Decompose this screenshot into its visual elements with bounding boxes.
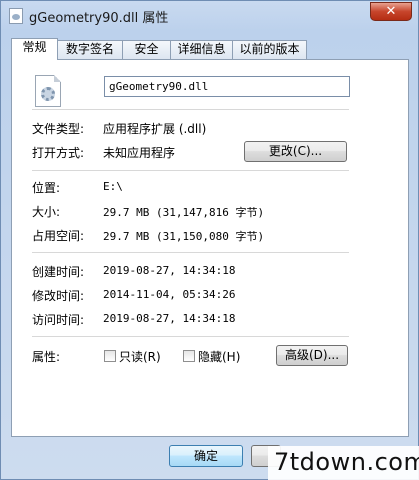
readonly-label[interactable]: 只读(R) (119, 348, 161, 365)
file-type-value: 应用程序扩展 (.dll) (103, 122, 207, 136)
modified-label: 修改时间: (32, 289, 85, 303)
advanced-button[interactable]: 高级(D)... (276, 345, 348, 366)
accessed-label: 访问时间: (32, 313, 85, 327)
created-label: 创建时间: (32, 265, 85, 279)
size-value: 29.7 MB (31,147,816 字节) (103, 206, 265, 219)
opens-with-label: 打开方式: (32, 146, 85, 160)
accessed-value: 2019-08-27, 14:34:18 (103, 312, 236, 325)
file-icon (9, 8, 23, 24)
dll-file-icon (35, 75, 61, 107)
size-label: 大小: (32, 205, 61, 219)
size-on-disk-label: 占用空间: (32, 229, 85, 243)
general-panel: gGeometry90.dll 文件类型: 应用程序扩展 (.dll) 打开方式… (11, 59, 409, 437)
properties-window: gGeometry90.dll 属性 ✕ 常规 数字签名 安全 详细信息 以前的… (0, 0, 419, 480)
location-label: 位置: (32, 181, 61, 195)
close-button[interactable]: ✕ (370, 2, 412, 21)
hidden-checkbox[interactable] (183, 350, 195, 362)
opens-with-value: 未知应用程序 (103, 146, 176, 160)
hidden-label[interactable]: 隐藏(H) (198, 348, 240, 365)
size-on-disk-value: 29.7 MB (31,150,080 字节) (103, 230, 265, 243)
title-bar[interactable]: gGeometry90.dll 属性 ✕ (1, 1, 418, 31)
tab-general[interactable]: 常规 (11, 38, 58, 60)
tab-digital-signatures[interactable]: 数字签名 (57, 40, 123, 59)
tab-previous-versions[interactable]: 以前的版本 (232, 40, 307, 59)
window-title: gGeometry90.dll 属性 (29, 11, 169, 26)
file-name-input[interactable]: gGeometry90.dll (104, 76, 350, 97)
ok-button[interactable]: 确定 (169, 445, 243, 467)
change-button[interactable]: 更改(C)... (244, 141, 347, 162)
attributes-label: 属性: (32, 350, 61, 364)
watermark: 7tdown.com (268, 446, 419, 480)
divider (32, 170, 349, 171)
created-value: 2019-08-27, 14:34:18 (103, 264, 236, 277)
readonly-checkbox[interactable] (104, 350, 116, 362)
tab-security[interactable]: 安全 (122, 40, 171, 59)
divider (32, 336, 349, 337)
location-value: E:\ (103, 180, 123, 193)
gear-icon (41, 87, 55, 101)
modified-value: 2014-11-04, 05:34:26 (103, 288, 236, 301)
file-type-label: 文件类型: (32, 122, 85, 136)
divider (32, 109, 349, 110)
tab-details[interactable]: 详细信息 (170, 40, 233, 59)
divider (32, 252, 349, 253)
